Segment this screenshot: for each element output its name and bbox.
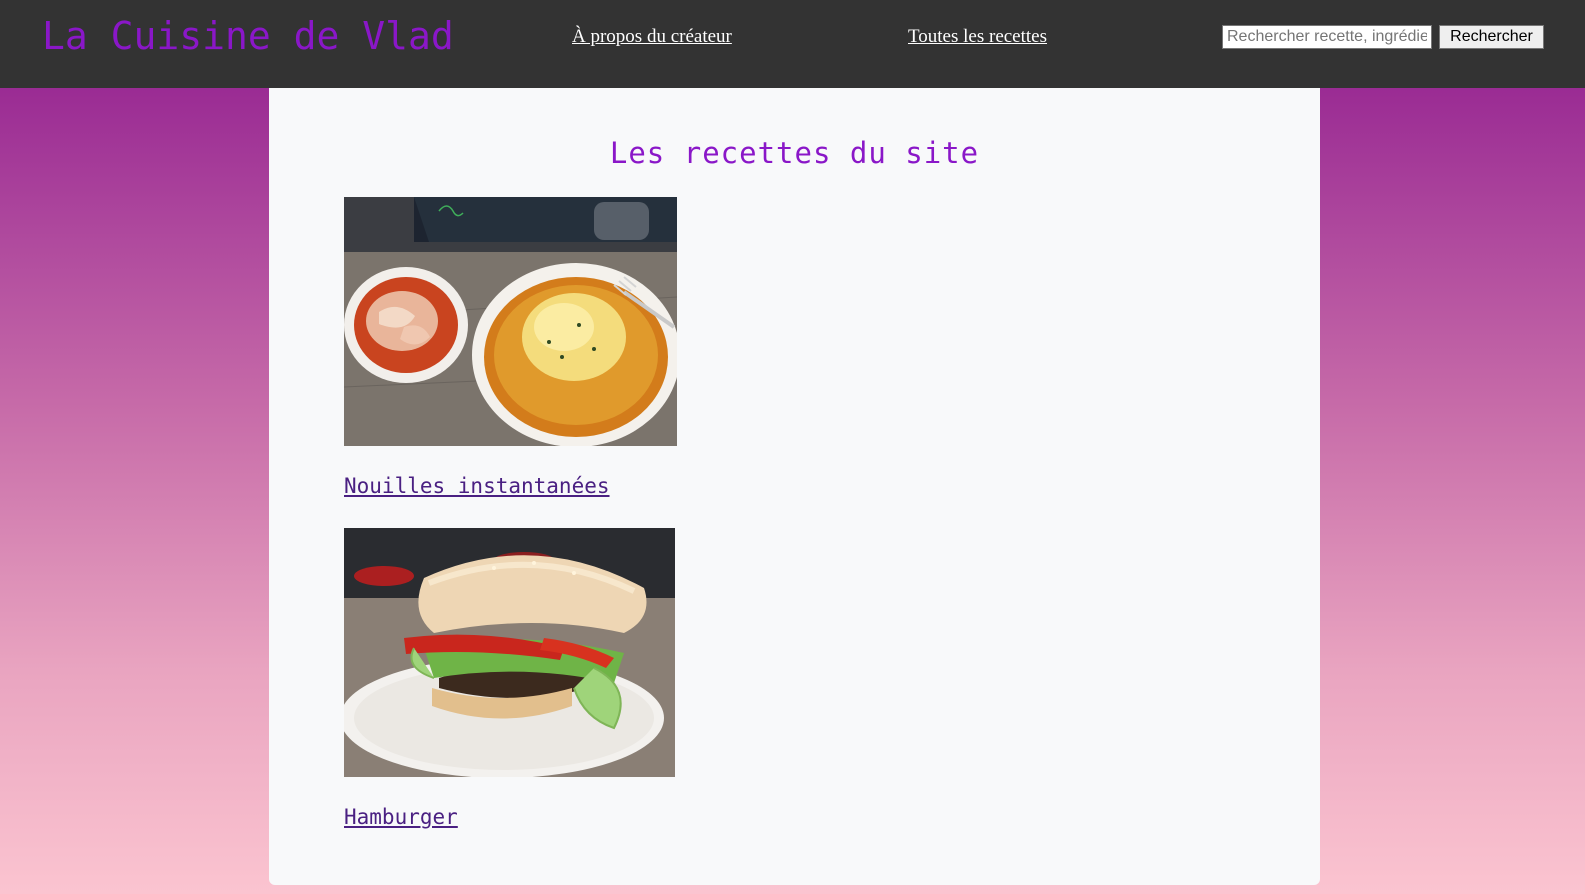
recipe-link-instant-noodles[interactable]: Nouilles instantanées — [344, 474, 610, 498]
page-title: Les recettes du site — [609, 136, 980, 170]
search-input[interactable] — [1222, 25, 1432, 49]
recipes-card: Les recettes du site Nouilles instantané… — [269, 88, 1320, 885]
recipe-image-instant-noodles[interactable] — [344, 197, 677, 446]
nav-link-about-creator[interactable]: À propos du créateur — [572, 26, 732, 48]
site-title: La Cuisine de Vlad — [42, 14, 454, 58]
recipe-link-hamburger[interactable]: Hamburger — [344, 805, 458, 829]
search-button[interactable]: Rechercher — [1439, 25, 1544, 49]
nav-link-all-recipes[interactable]: Toutes les recettes — [908, 26, 1047, 48]
site-header: La Cuisine de Vlad À propos du créateur … — [0, 0, 1585, 88]
recipe-image-hamburger[interactable] — [344, 528, 675, 777]
